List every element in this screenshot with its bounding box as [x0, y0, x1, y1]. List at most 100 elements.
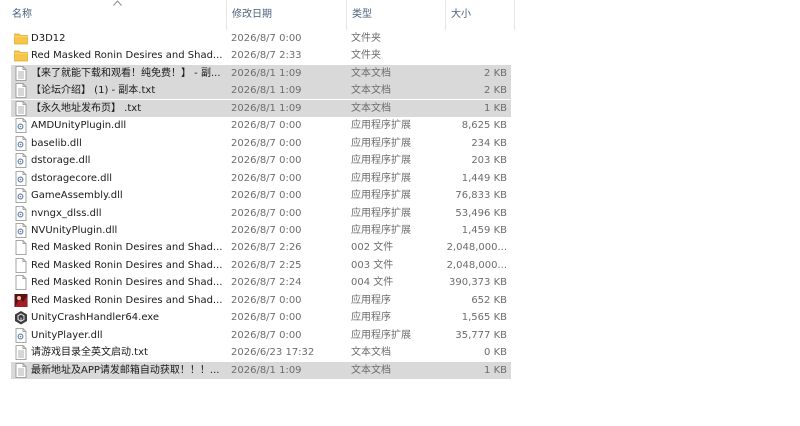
file-row[interactable]: GameAssembly.dll 2026/8/7 0:00 应用程序扩展 76,83… — [11, 187, 511, 204]
file-modified-date: 2026/8/7 2:24 — [231, 277, 302, 289]
file-name: 请游戏目录全英文启动.txt — [31, 347, 148, 359]
dll-file-icon — [14, 327, 28, 343]
file-name: Red Masked Ronin Desires and Shad... — [31, 277, 223, 289]
file-size: 0 KB — [484, 347, 507, 359]
file-size: 8,625 KB — [461, 120, 507, 132]
column-header-name[interactable]: 名称 — [0, 0, 227, 30]
file-size: 390,373 KB — [449, 277, 507, 289]
file-name: dstorage.dll — [31, 155, 91, 167]
file-row[interactable]: dstoragecore.dll 2026/8/7 0:00 应用程序扩展 1,449… — [11, 170, 511, 187]
dll-file-icon — [14, 205, 28, 221]
game-app-icon — [14, 293, 28, 308]
file-row[interactable]: dstorage.dll 2026/8/7 0:00 应用程序扩展 203 KB — [11, 152, 511, 169]
file-size: 2 KB — [484, 85, 507, 97]
file-name: Red Masked Ronin Desires and Shad... — [31, 259, 223, 271]
file-row[interactable]: Red Masked Ronin Desires and Shad... 2026… — [11, 274, 511, 291]
file-modified-date: 2026/8/7 2:25 — [231, 259, 302, 271]
file-name: GameAssembly.dll — [31, 190, 123, 202]
file-row[interactable]: 最新地址及APP请发邮箱自动获取！！！... 2026/8/1 1:09 文本文档 1… — [11, 361, 511, 379]
file-modified-date: 2026/8/7 0:00 — [231, 33, 302, 44]
file-row[interactable]: 【永久地址发布页】 .txt 2026/8/1 1:09 文本文档 1 KB — [11, 99, 511, 117]
column-header-size[interactable]: 大小 — [445, 0, 515, 30]
file-name: baselib.dll — [31, 137, 82, 149]
sort-ascending-icon — [113, 0, 122, 6]
file-row[interactable]: AMDUnityPlugin.dll 2026/8/7 0:00 应用程序扩展 8,6… — [11, 117, 511, 134]
file-name: Red Masked Ronin Desires and Shad... — [31, 242, 223, 254]
blank-file-icon — [14, 275, 28, 291]
file-size: 76,833 KB — [455, 190, 507, 202]
file-modified-date: 2026/8/7 0:00 — [231, 207, 302, 219]
file-name: UnityCrashHandler64.exe — [31, 312, 160, 324]
file-name: 【论坛介绍】 (1) - 副本.txt — [31, 85, 156, 97]
file-size — [431, 30, 507, 47]
file-size: 1,449 KB — [461, 172, 507, 184]
file-row[interactable]: Red Masked Ronin Desires and Shad... 2026… — [11, 239, 511, 256]
file-size: 1 KB — [484, 102, 507, 114]
file-modified-date: 2026/8/7 0:00 — [231, 172, 302, 184]
file-modified-date: 2026/8/7 0:00 — [231, 137, 302, 149]
file-modified-date: 2026/8/7 0:00 — [231, 294, 302, 306]
blank-file-icon — [14, 240, 28, 256]
file-modified-date: 2026/8/7 2:33 — [231, 50, 302, 62]
file-row[interactable]: 【来了就能下载和观看！纯免费！】 - 副... 2026/8/1 1:09 文本文档… — [11, 64, 511, 82]
file-row[interactable]: 【论坛介绍】 (1) - 副本.txt 2026/8/1 1:09 文本文档 2 KB — [11, 82, 511, 100]
unity-app-icon — [14, 310, 28, 325]
dll-file-icon — [14, 170, 28, 186]
file-row[interactable]: baselib.dll 2026/8/7 0:00 应用程序扩展 234 KB — [11, 135, 511, 152]
column-header-name-label: 名称 — [12, 9, 32, 20]
file-row[interactable]: Red Masked Ronin Desires and Shad... 2026… — [11, 257, 511, 274]
file-row[interactable]: nvngx_dlss.dll 2026/8/7 0:00 应用程序扩展 53,496 … — [11, 205, 511, 222]
file-size: 2 KB — [484, 67, 507, 79]
file-row[interactable]: 请游戏目录全英文启动.txt 2026/6/23 17:32 文本文档 0 KB — [11, 344, 511, 361]
text-file-icon — [14, 345, 28, 360]
file-row[interactable]: Red Masked Ronin Desires and Shad... 2026… — [11, 292, 511, 309]
dll-file-icon — [14, 223, 28, 238]
file-modified-date: 2026/8/7 0:00 — [231, 155, 302, 167]
file-name: Red Masked Ronin Desires and Shad... — [31, 50, 223, 62]
file-modified-date: 2026/6/23 17:32 — [231, 347, 315, 359]
column-header-date-label: 修改日期 — [232, 9, 272, 20]
file-name: UnityPlayer.dll — [31, 329, 103, 341]
dll-file-icon — [14, 118, 28, 134]
file-name: AMDUnityPlugin.dll — [31, 120, 127, 132]
file-size: 53,496 KB — [455, 207, 507, 219]
file-modified-date: 2026/8/1 1:09 — [231, 85, 302, 97]
file-size: 1 KB — [484, 364, 507, 376]
file-name: Red Masked Ronin Desires and Shad... — [31, 294, 223, 306]
dll-file-icon — [14, 153, 28, 169]
file-size: 234 KB — [471, 137, 507, 149]
file-size: 652 KB — [471, 294, 507, 306]
file-modified-date: 2026/8/7 2:26 — [231, 242, 302, 254]
file-name: dstoragecore.dll — [31, 172, 113, 184]
file-name: 最新地址及APP请发邮箱自动获取！！！... — [31, 364, 220, 376]
text-file-icon — [14, 65, 28, 81]
file-modified-date: 2026/8/7 0:00 — [231, 224, 302, 236]
file-size: 1,459 KB — [461, 224, 507, 236]
file-modified-date: 2026/8/7 0:00 — [231, 190, 302, 202]
column-header-type[interactable]: 类型 — [346, 0, 446, 30]
file-modified-date: 2026/8/1 1:09 — [231, 67, 302, 79]
file-modified-date: 2026/8/1 1:09 — [231, 364, 302, 376]
column-header-bar: 名称 修改日期 类型 大小 — [0, 0, 515, 30]
file-name: 【永久地址发布页】 .txt — [31, 102, 142, 114]
column-header-date[interactable]: 修改日期 — [226, 0, 347, 30]
dll-file-icon — [14, 188, 28, 203]
file-row[interactable]: UnityCrashHandler64.exe 2026/8/7 0:00 应用程序… — [11, 309, 511, 326]
column-header-type-label: 类型 — [352, 9, 372, 20]
file-size: 2,048,000... — [446, 242, 507, 254]
file-row[interactable]: UnityPlayer.dll 2026/8/7 0:00 应用程序扩展 35,777… — [11, 327, 511, 344]
file-row[interactable]: NVUnityPlugin.dll 2026/8/7 0:00 应用程序扩展 1,45… — [11, 222, 511, 239]
file-size: 1,565 KB — [461, 312, 507, 324]
file-size: 2,048,000... — [446, 259, 507, 271]
file-row[interactable]: D3D12 2026/8/7 0:00 文件夹 — [11, 30, 511, 47]
column-header-size-label: 大小 — [451, 9, 471, 20]
text-file-icon — [14, 100, 28, 116]
file-name: NVUnityPlugin.dll — [31, 224, 118, 236]
text-file-icon — [14, 362, 28, 378]
file-name: nvngx_dlss.dll — [31, 207, 102, 219]
file-modified-date: 2026/8/7 0:00 — [231, 329, 302, 341]
file-name: 【来了就能下载和观看！纯免费！】 - 副... — [31, 67, 221, 79]
blank-file-icon — [14, 257, 28, 273]
file-row[interactable]: Red Masked Ronin Desires and Shad... 2026… — [11, 47, 511, 64]
file-size — [431, 47, 507, 64]
